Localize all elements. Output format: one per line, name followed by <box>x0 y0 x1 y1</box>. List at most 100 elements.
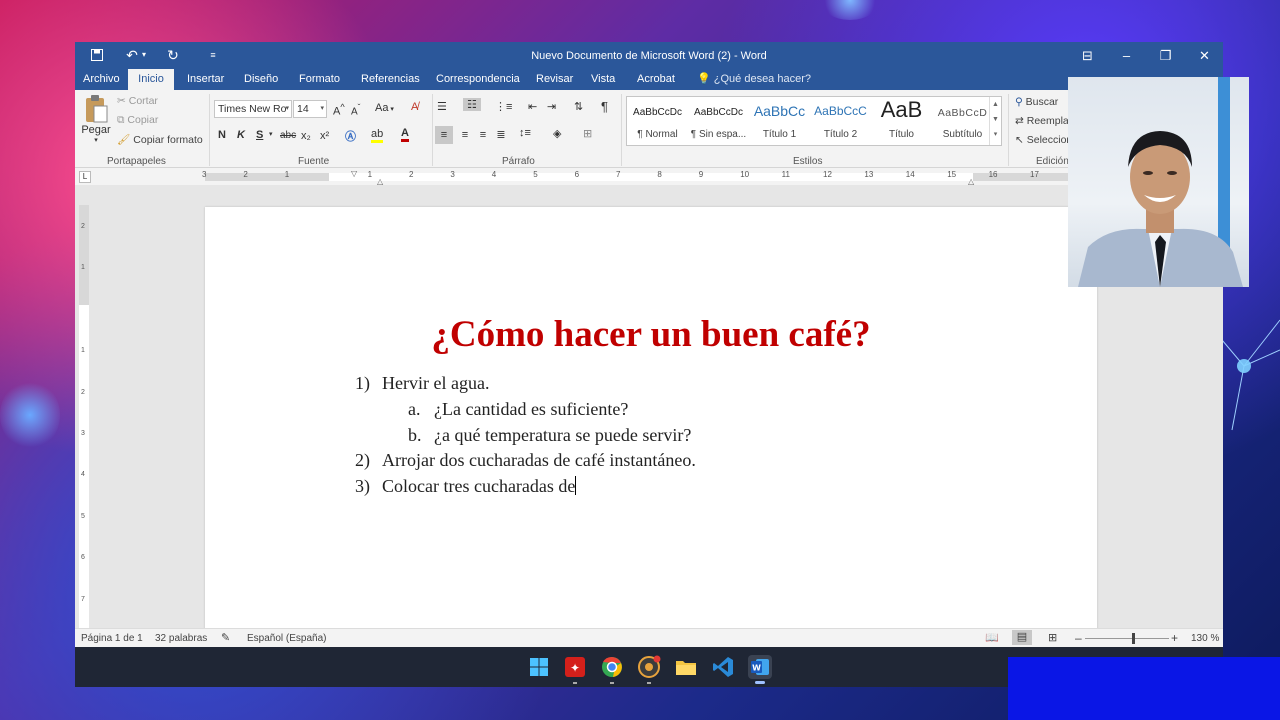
background-glow <box>0 380 60 450</box>
horizontal-ruler[interactable]: L ▽ △ △ 3 2 1 1 2 3 4 5 6 7 8 9 10 11 12 13 14 15 16 17 <box>75 169 1223 186</box>
document-title[interactable]: ¿Cómo hacer un buen café? <box>205 313 1097 356</box>
highlight-icon[interactable]: ab <box>371 128 384 143</box>
align-left-icon[interactable]: ≡ <box>435 126 453 144</box>
tab-diseno[interactable]: Diseño <box>236 69 286 90</box>
vertical-ruler[interactable]: 2 1 1 2 3 4 5 6 7 <box>79 205 89 628</box>
superscript-button[interactable]: x² <box>320 130 329 142</box>
find-button[interactable]: ⚲ Buscar <box>1015 96 1058 108</box>
read-mode-icon[interactable]: 📖 <box>985 631 999 644</box>
proofing-icon[interactable]: ✎ <box>221 631 230 644</box>
style-no-spacing[interactable]: AaBbCcDc ¶ Sin espa... <box>688 97 749 145</box>
copy-button[interactable]: ⧉ Copiar <box>117 114 158 127</box>
line-spacing-icon[interactable]: ↕≡ <box>519 127 531 139</box>
format-painter-button[interactable]: 🖌 Copiar formato <box>117 133 203 146</box>
tab-formato[interactable]: Formato <box>291 69 348 90</box>
font-name-value: Times New Ro <box>218 103 287 115</box>
word-count[interactable]: 32 palabras <box>155 633 207 644</box>
print-layout-icon[interactable]: ▤ <box>1012 630 1032 645</box>
shrink-font-icon[interactable]: Aˇ <box>351 102 360 117</box>
ruler-label: 5 <box>533 170 538 179</box>
tab-revisar[interactable]: Revisar <box>528 69 581 90</box>
style-title[interactable]: AaB Título <box>871 97 932 145</box>
style-subtitle[interactable]: AaBbCcD Subtítulo <box>932 97 993 145</box>
close-button[interactable]: ✕ <box>1185 42 1223 69</box>
grow-font-icon[interactable]: A^ <box>333 102 345 118</box>
minimize-button[interactable]: – <box>1107 42 1146 69</box>
strikethrough-button[interactable]: abc <box>280 130 296 141</box>
font-size-combo[interactable]: 14 ▾ <box>293 100 327 118</box>
style-heading-1[interactable]: AaBbCc Título 1 <box>749 97 810 145</box>
word-window: ↶ ▾ ↻ ≡ Nuevo Documento de Microsoft Wor… <box>75 42 1223 647</box>
restore-button[interactable]: ❐ <box>1146 42 1185 69</box>
acrobat-icon[interactable]: ✦ <box>563 655 587 679</box>
zoom-slider[interactable] <box>1085 633 1169 644</box>
shading-icon[interactable]: ◈ <box>553 127 561 140</box>
bold-button[interactable]: N <box>218 129 226 141</box>
subscript-button[interactable]: x₂ <box>301 130 311 142</box>
underline-button[interactable]: S <box>256 129 263 141</box>
group-label-paragraph: Párrafo <box>502 156 535 167</box>
tell-me-search[interactable]: 💡 ¿Qué desea hacer? <box>689 69 819 90</box>
tab-archivo[interactable]: Archivo <box>75 69 128 90</box>
sort-icon[interactable]: ⇅ <box>574 100 583 113</box>
change-case-button[interactable]: Aa ▾ <box>375 102 394 114</box>
chevron-down-icon[interactable]: ▾ <box>269 130 273 138</box>
chrome-canary-icon[interactable] <box>637 655 661 679</box>
increase-indent-icon[interactable]: ⇥ <box>547 100 556 113</box>
zoom-out-button[interactable]: – <box>1075 631 1082 645</box>
word-icon[interactable]: W <box>748 655 772 679</box>
justify-icon[interactable]: ≣ <box>492 126 510 144</box>
ruler-label: 6 <box>574 170 580 179</box>
list-item[interactable]: ¿La cantidad es suficiente? <box>434 399 628 420</box>
list-item[interactable]: Arrojar dos cucharadas de café instantán… <box>382 450 696 471</box>
chrome-icon[interactable] <box>600 655 624 679</box>
language[interactable]: Español (España) <box>247 633 327 644</box>
gallery-scroll[interactable]: ▲ ▼ ▾ <box>989 97 1001 145</box>
file-explorer-icon[interactable] <box>674 655 698 679</box>
tab-insertar[interactable]: Insertar <box>179 69 232 90</box>
tab-correspondencia[interactable]: Correspondencia <box>428 69 528 90</box>
ruler-label: 2 <box>409 170 414 179</box>
align-right-icon[interactable]: ≡ <box>474 126 492 144</box>
tab-acrobat[interactable]: Acrobat <box>629 69 683 90</box>
style-preview: AaBbCcDc <box>694 107 743 118</box>
style-heading-2[interactable]: AaBbCcC Título 2 <box>810 97 871 145</box>
svg-text:W: W <box>752 664 761 673</box>
numbering-icon[interactable]: ☷ <box>463 98 481 111</box>
multilevel-icon[interactable]: ⋮≡ <box>495 100 512 113</box>
zoom-thumb[interactable] <box>1132 633 1135 644</box>
web-layout-icon[interactable]: ⊞ <box>1048 631 1057 644</box>
windows-start-icon[interactable] <box>527 655 551 679</box>
ruler-label: 2 <box>243 170 248 179</box>
indent-marker[interactable]: ▽ <box>351 169 357 178</box>
tab-inicio[interactable]: Inicio <box>128 69 174 90</box>
chevron-down-icon: ▾ <box>94 137 98 144</box>
bullets-icon[interactable]: ☰ <box>437 100 447 113</box>
font-name-combo[interactable]: Times New Ro ▾ <box>214 100 292 118</box>
page-count[interactable]: Página 1 de 1 <box>81 633 143 644</box>
list-item[interactable]: ¿a qué temperatura se puede servir? <box>434 425 691 446</box>
zoom-in-button[interactable]: + <box>1171 631 1178 645</box>
document-page[interactable]: ¿Cómo hacer un buen café? 1) Hervir el a… <box>205 207 1097 637</box>
list-item[interactable]: Colocar tres cucharadas de <box>382 476 577 497</box>
zoom-level[interactable]: 130 % <box>1191 633 1219 644</box>
style-normal[interactable]: AaBbCcDc ¶ Normal <box>627 97 688 145</box>
text-effects-icon[interactable]: Ⓐ <box>345 128 356 144</box>
vscode-icon[interactable] <box>711 655 735 679</box>
tab-selector-icon[interactable]: L <box>79 171 91 183</box>
paste-button[interactable]: Pegar ▾ <box>81 94 111 152</box>
tab-vista[interactable]: Vista <box>583 69 623 90</box>
clear-format-icon[interactable]: A̸ <box>411 101 418 113</box>
italic-button[interactable]: K <box>237 129 245 141</box>
cut-button[interactable]: ✂ Cortar <box>117 95 158 107</box>
ruler-label: 7 <box>81 595 85 603</box>
ribbon-display-icon[interactable]: ⊟ <box>1068 42 1107 69</box>
tab-referencias[interactable]: Referencias <box>353 69 428 90</box>
borders-icon[interactable]: ⊞ <box>583 127 592 140</box>
show-marks-button[interactable]: ¶ <box>601 99 608 114</box>
decrease-indent-icon[interactable]: ⇤ <box>528 100 537 113</box>
align-center-icon[interactable]: ≡ <box>456 126 474 144</box>
font-color-icon[interactable]: A <box>401 127 409 142</box>
list-item[interactable]: Hervir el agua. <box>382 373 489 394</box>
copy-icon: ⧉ <box>117 114 125 126</box>
